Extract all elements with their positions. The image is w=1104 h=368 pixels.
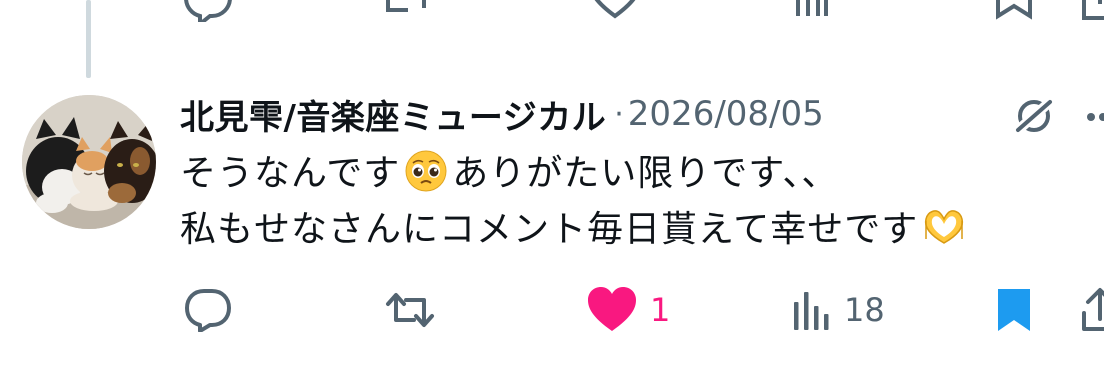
retweet-button[interactable] bbox=[384, 280, 436, 340]
thread-connector-line bbox=[86, 0, 91, 78]
share-icon[interactable] bbox=[1080, 0, 1104, 20]
avatar[interactable] bbox=[22, 95, 156, 229]
heart-hands-emoji bbox=[925, 210, 964, 244]
author-display-name[interactable]: 北見雫/音楽座ミュージカル bbox=[180, 90, 606, 139]
tweet-reply-screenshot: 1 1 30 bbox=[0, 0, 1104, 368]
reply-icon bbox=[185, 289, 231, 332]
pleading-face-emoji bbox=[405, 150, 447, 192]
retweet-icon[interactable] bbox=[384, 0, 436, 18]
tweet-timestamp[interactable]: 2026/08/05 bbox=[628, 94, 824, 134]
more-options-icon[interactable] bbox=[1086, 110, 1104, 124]
views-icon bbox=[794, 292, 829, 330]
previous-views-count: 30 bbox=[852, 0, 895, 6]
tweet-action-bar: 1 18 bbox=[0, 280, 1104, 340]
heart-filled-icon bbox=[588, 287, 636, 331]
tweet-text-segment: 私もせなさんにコメント毎日貰えて幸せです bbox=[180, 209, 919, 250]
tweet-text: そうなんです ありがたい限りです、、 私もせなさんにコメント毎日貰えて幸せです bbox=[180, 146, 1080, 258]
tweet-header: 北見雫/音楽座ミュージカル · 2026/08/05 bbox=[180, 88, 824, 140]
reply-icon[interactable] bbox=[184, 0, 232, 22]
retweet-icon bbox=[386, 293, 434, 327]
views-count: 18 bbox=[844, 291, 885, 329]
like-count: 1 bbox=[650, 291, 671, 329]
bookmark-outline-icon[interactable] bbox=[994, 0, 1034, 20]
tweet-text-line-2: 私もせなさんにコメント毎日貰えて幸せです bbox=[180, 202, 1080, 258]
heart-outline-icon[interactable] bbox=[590, 0, 640, 20]
reply-button[interactable] bbox=[184, 280, 232, 340]
share-button[interactable] bbox=[1080, 280, 1104, 340]
grok-icon[interactable] bbox=[1010, 96, 1058, 136]
like-button[interactable]: 1 bbox=[586, 280, 670, 340]
bookmark-button[interactable] bbox=[994, 280, 1034, 340]
bookmark-filled-icon bbox=[998, 289, 1030, 331]
tweet-text-segment: ありがたい限りです、、 bbox=[452, 153, 839, 194]
header-separator: · bbox=[614, 96, 624, 132]
share-icon bbox=[1082, 288, 1104, 331]
previous-reply-count: 1 bbox=[250, 0, 272, 6]
avatar-cats-image bbox=[22, 95, 156, 229]
tweet-text-segment: そうなんです bbox=[180, 153, 401, 194]
views-button[interactable]: 18 bbox=[792, 280, 885, 340]
previous-like-count: 1 bbox=[654, 0, 676, 6]
tweet-text-line-1: そうなんです ありがたい限りです、、 bbox=[180, 146, 1080, 202]
previous-tweet-actions: 1 1 30 bbox=[0, 0, 1104, 22]
views-icon[interactable] bbox=[794, 0, 830, 18]
